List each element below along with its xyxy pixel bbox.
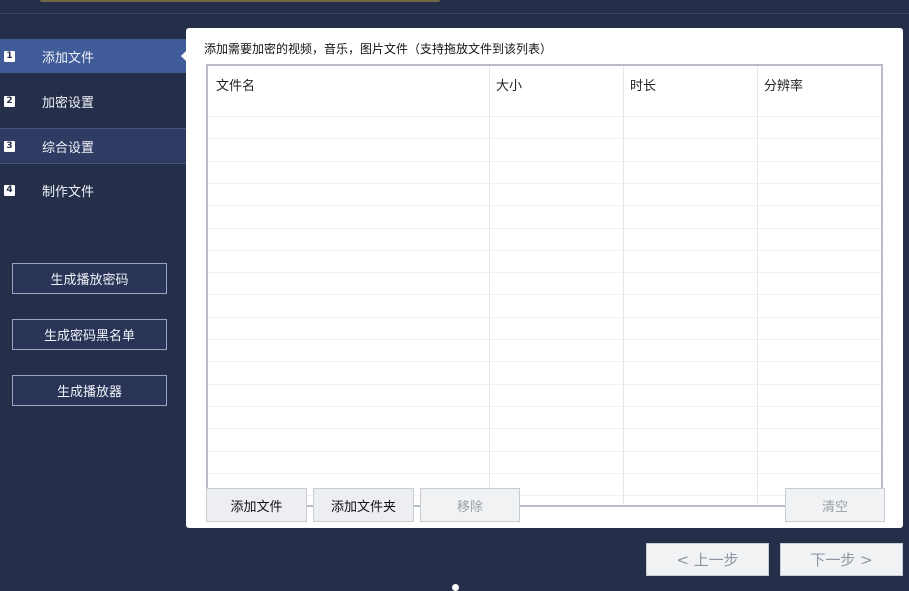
grid-row-line	[208, 116, 881, 117]
mouse-cursor	[452, 584, 459, 591]
generate-play-password-button[interactable]: 生成播放密码	[12, 263, 167, 294]
step-encryption-settings[interactable]: 2 加密设置	[0, 84, 186, 118]
remove-button[interactable]: 移除	[420, 488, 520, 522]
add-file-button[interactable]: 添加文件	[206, 488, 307, 522]
column-header-filename[interactable]: 文件名	[216, 75, 255, 94]
grid-row-line	[208, 428, 881, 429]
column-header-resolution[interactable]: 分辨率	[764, 75, 803, 94]
grid-row-line	[208, 183, 881, 184]
grid-row-line	[208, 317, 881, 318]
grid-row-line	[208, 250, 881, 251]
grid-row-line	[208, 228, 881, 229]
step-label: 制作文件	[42, 184, 95, 200]
grid-row-line	[208, 406, 881, 407]
title-bar	[0, 0, 909, 14]
title-text-cropped	[40, 0, 440, 2]
step-number-badge: 1	[4, 50, 15, 62]
grid-row-line	[208, 451, 881, 452]
grid-row-line	[208, 161, 881, 162]
main-panel: 添加需要加密的视频，音乐，图片文件（支持拖放文件到该列表） 文件名 大小 时长 …	[186, 28, 903, 528]
generate-player-button[interactable]: 生成播放器	[12, 375, 167, 406]
panel-title: 添加需要加密的视频，音乐，图片文件（支持拖放文件到该列表）	[204, 42, 553, 56]
column-divider	[489, 66, 490, 505]
grid-row-line	[208, 384, 881, 385]
clear-button[interactable]: 清空	[785, 488, 885, 522]
column-divider	[623, 66, 624, 505]
previous-step-button[interactable]: < 上一步	[646, 543, 769, 576]
column-header-size[interactable]: 大小	[496, 75, 522, 94]
step-number-badge: 3	[4, 140, 15, 152]
table-header: 文件名 大小 时长 分辨率	[208, 66, 881, 116]
grid-row-line	[208, 294, 881, 295]
step-make-file[interactable]: 4 制作文件	[0, 173, 186, 207]
step-label: 加密设置	[42, 95, 95, 111]
column-divider	[757, 66, 758, 505]
generate-password-blacklist-button[interactable]: 生成密码黑名单	[12, 319, 167, 350]
grid-row-line	[208, 473, 881, 474]
step-label: 综合设置	[42, 140, 95, 156]
column-header-duration[interactable]: 时长	[630, 75, 656, 94]
grid-row-line	[208, 205, 881, 206]
step-add-files[interactable]: 1 添加文件	[0, 39, 187, 73]
file-list-table[interactable]: 文件名 大小 时长 分辨率	[206, 64, 883, 507]
step-number-badge: 2	[4, 95, 15, 107]
step-label: 添加文件	[42, 50, 95, 66]
step-general-settings[interactable]: 3 综合设置	[0, 128, 186, 164]
next-step-button[interactable]: 下一步 >	[780, 543, 903, 576]
grid-row-line	[208, 495, 881, 496]
grid-row-line	[208, 138, 881, 139]
add-folder-button[interactable]: 添加文件夹	[313, 488, 414, 522]
step-number-badge: 4	[4, 184, 15, 196]
grid-row-line	[208, 361, 881, 362]
grid-row-line	[208, 339, 881, 340]
grid-row-line	[208, 272, 881, 273]
